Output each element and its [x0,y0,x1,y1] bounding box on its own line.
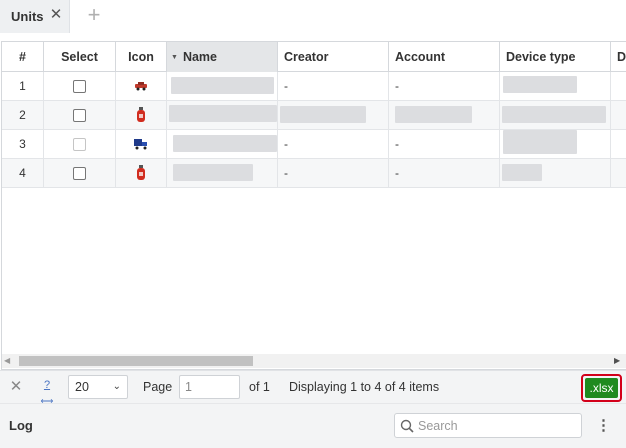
account-cell: - [389,159,500,187]
row-select-cell [44,72,116,100]
redacted-account [395,106,472,123]
row-select-cell [44,159,116,187]
export-highlight: .xlsx [581,374,622,402]
row-number: 2 [2,101,44,129]
unit-icon-cell [116,101,167,129]
creator-cell: - [278,159,389,187]
table-row[interactable]: 2 [2,101,626,130]
log-panel-header: Log ⋮ [0,403,626,448]
column-header-device-type[interactable]: Device type [500,42,611,72]
row-select-cell [44,130,116,158]
row-checkbox-disabled [73,137,86,151]
page-size-value: 20 [75,380,89,394]
column-header-label: Creator [284,50,329,64]
account-cell [389,101,500,129]
redacted-name [173,164,253,181]
redacted-name [171,77,274,94]
red-car-icon [135,82,147,91]
device-type-cell [500,130,611,158]
redacted-name [169,105,277,122]
device-type-cell [500,101,611,129]
paging-toolbar: ✕ ? ⟷ 20 ⌄ Page of 1 Displaying 1 to 4 o… [0,370,626,406]
column-header-label: Account [395,50,445,64]
column-header-icon[interactable]: Icon [116,42,167,72]
page-input[interactable] [179,375,240,399]
unit-icon-cell [116,72,167,100]
column-header-account[interactable]: Account [389,42,500,72]
column-header-truncated[interactable]: D [611,42,626,72]
search-input[interactable] [418,418,568,433]
name-cell [167,130,278,158]
chevron-down-icon: ⌄ [112,381,121,392]
row-checkbox[interactable] [73,79,86,93]
table-row[interactable]: 4 - - [2,159,626,188]
scroll-right-icon[interactable]: ▶ [614,356,624,366]
row-number: 3 [2,130,44,158]
page-of-label: of 1 [249,380,270,394]
row-select-cell [44,101,116,129]
sort-descending-icon: ▼ [171,53,178,61]
name-cell [167,101,278,129]
redacted-device-type [503,76,577,93]
column-header-select[interactable]: Select [44,42,116,72]
redacted-name [173,135,277,152]
clear-icon[interactable]: ✕ [9,379,23,395]
row-checkbox[interactable] [73,166,86,180]
device-type-cell [500,159,611,187]
table-row[interactable]: 3 - - [2,130,626,159]
creator-cell: - [278,130,389,158]
tab-bar: Units ✕ + [0,0,626,34]
refresh-glyph: ? [43,379,51,391]
page-label: Page [143,380,173,394]
creator-cell: - [278,72,389,100]
name-cell [167,72,278,100]
export-xlsx-button[interactable]: .xlsx [585,378,618,398]
name-cell [167,159,278,187]
search-icon [400,419,414,433]
row-checkbox[interactable] [73,108,86,122]
account-cell: - [389,130,500,158]
column-header-creator[interactable]: Creator [278,42,389,72]
paging-status: Displaying 1 to 4 of 4 items [289,380,440,394]
log-title: Log [9,418,33,433]
column-header-label: # [19,50,26,64]
unit-icon-cell [116,130,167,158]
horizontal-scrollbar[interactable]: ◀ ▶ [2,354,626,368]
tab-units-label: Units [11,9,44,24]
redacted-device-type [503,130,577,154]
units-grid: # Select Icon ▼ Name Creator Account Dev… [1,41,626,370]
redacted-creator [280,106,366,123]
page-size-select[interactable]: 20 ⌄ [68,375,128,399]
column-header-name[interactable]: ▼ Name [167,42,278,72]
fire-extinguisher-icon [137,165,145,180]
close-icon[interactable]: ✕ [49,7,63,23]
creator-cell [278,101,389,129]
log-search-box[interactable] [394,413,582,438]
table-row[interactable]: 1 - - [2,72,626,101]
redacted-device-type [502,164,542,181]
column-header-label: Device type [506,50,576,64]
grid-header: # Select Icon ▼ Name Creator Account Dev… [2,42,626,72]
blue-truck-icon [134,139,147,150]
column-header-label: Name [182,50,217,64]
more-options-icon[interactable]: ⋮ [596,417,611,435]
redacted-device-type [502,106,606,123]
scroll-left-icon[interactable]: ◀ [4,356,14,366]
scrollbar-thumb[interactable] [19,356,253,366]
unit-icon-cell [116,159,167,187]
row-number: 1 [2,72,44,100]
row-number: 4 [2,159,44,187]
column-header-number[interactable]: # [2,42,44,72]
column-header-label: D [617,50,626,64]
add-tab-icon[interactable]: + [85,4,103,26]
account-cell: - [389,72,500,100]
device-type-cell [500,72,611,100]
column-header-label: Icon [128,50,154,64]
fire-extinguisher-icon [137,107,145,122]
column-header-label: Select [61,50,98,64]
